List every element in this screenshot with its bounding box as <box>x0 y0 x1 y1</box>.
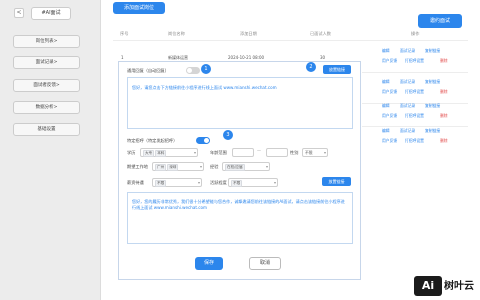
salary-select[interactable]: 不限 ▾ <box>152 178 202 187</box>
gender-label: 性别 <box>290 150 299 155</box>
chevron-down-icon: ▾ <box>199 164 202 169</box>
education-tag: 本科 <box>155 150 167 157</box>
user-feedback-link[interactable]: 用户反馈 <box>382 89 397 95</box>
row-index: 1 <box>121 55 124 60</box>
experience-label: 经验 <box>210 164 219 169</box>
column-header-date: 添加日期 <box>240 31 257 36</box>
cancel-button[interactable]: 取消 <box>249 257 281 270</box>
education-select[interactable]: 大专 本科 ▾ <box>140 148 198 157</box>
edit-link[interactable]: 编辑 <box>382 103 390 109</box>
activity-select[interactable]: 不限 ▾ <box>228 178 278 187</box>
salary-value: 不限 <box>155 180 167 187</box>
gender-select[interactable]: 不限 ▾ <box>302 148 328 157</box>
divider <box>113 40 468 41</box>
divider <box>362 72 468 73</box>
location-select[interactable]: 广州 深圳 ▾ <box>152 162 204 171</box>
chevron-down-icon: ▾ <box>197 180 200 185</box>
copy-link[interactable]: 复制链接 <box>425 79 440 85</box>
interview-records-link[interactable]: 面试记录 <box>400 128 415 134</box>
step-badge-1: 1 <box>201 64 211 74</box>
age-from-input[interactable] <box>232 148 254 157</box>
insert-link-button[interactable]: 放置链接 <box>322 177 351 186</box>
column-header-name: 岗位名称 <box>168 31 185 36</box>
watermark-logo: Ai <box>414 276 442 296</box>
user-feedback-link[interactable]: 用户反馈 <box>382 138 397 144</box>
experience-tag: 在校/应届 <box>225 164 245 171</box>
education-tag: 大专 <box>143 150 155 157</box>
sidebar: < #AI面试 岗位列表> 面试记录> 面试者反馈> 数据分析> 基础设置 <box>0 0 101 300</box>
specific-reply-label: 特定招呼（特定发起招呼） <box>127 138 178 143</box>
copy-link[interactable]: 复制链接 <box>425 103 440 109</box>
sidebar-item-data-analysis[interactable]: 数据分析> <box>13 101 80 114</box>
chevron-down-icon: ▾ <box>193 150 196 155</box>
greeting-settings-link[interactable]: 打招呼设置 <box>405 58 424 64</box>
range-separator: — <box>257 148 261 153</box>
sidebar-item-feedback[interactable]: 面试者反馈> <box>13 79 80 92</box>
activity-value: 不限 <box>231 180 243 187</box>
greeting-settings-link[interactable]: 打招呼设置 <box>405 89 424 95</box>
delete-link[interactable]: 删除 <box>440 58 448 64</box>
column-header-actions: 操作 <box>411 31 420 36</box>
general-reply-message: 您好，请您点击下方链接前往小程序进行线上面试 www.mianshi.wecha… <box>132 85 277 90</box>
table-row-actions: 编辑 面试记录 复制链接 用户反馈 打招呼设置 删除 <box>382 128 464 150</box>
delete-link[interactable]: 删除 <box>440 89 448 95</box>
user-feedback-link[interactable]: 用户反馈 <box>382 113 397 119</box>
location-label: 期望工作地 <box>127 164 148 169</box>
chevron-down-icon: ▾ <box>265 164 268 169</box>
education-label: 学历 <box>127 150 136 155</box>
sidebar-item-job-list[interactable]: 岗位列表> <box>13 35 80 48</box>
row-date: 2024-10-21 08:00 <box>228 55 265 60</box>
back-button[interactable]: < <box>14 8 24 18</box>
insert-link-button[interactable]: 放置链接 <box>323 65 351 74</box>
edit-link[interactable]: 编辑 <box>382 48 390 54</box>
step-badge-2: 2 <box>306 62 316 72</box>
divider <box>362 126 468 127</box>
copy-link[interactable]: 复制链接 <box>425 48 440 54</box>
copy-link[interactable]: 复制链接 <box>425 128 440 134</box>
sidebar-item-basic-settings[interactable]: 基础设置 <box>13 123 80 136</box>
experience-select[interactable]: 在校/应届 ▾ <box>222 162 270 171</box>
age-to-input[interactable] <box>266 148 288 157</box>
edit-link[interactable]: 编辑 <box>382 79 390 85</box>
table-row-actions: 编辑 面试记录 复制链接 用户反馈 打招呼设置 删除 <box>382 103 464 125</box>
interview-records-link[interactable]: 面试记录 <box>400 103 415 109</box>
location-tag: 广州 <box>155 164 167 171</box>
delete-link[interactable]: 删除 <box>440 138 448 144</box>
invite-interview-button[interactable]: 邀约面试 <box>418 14 462 28</box>
gender-value: 不限 <box>305 150 313 155</box>
table-row-actions: 编辑 面试记录 复制链接 用户反馈 打招呼设置 删除 <box>382 79 464 101</box>
delete-link[interactable]: 删除 <box>440 113 448 119</box>
location-tag: 深圳 <box>167 164 179 171</box>
interview-records-link[interactable]: 面试记录 <box>400 48 415 54</box>
column-header-count: 已面试人数 <box>310 31 331 36</box>
specific-reply-message: 您好，您的履历非常优秀，我们很十分希望能与您合作，诚挚邀请您前往该链接的AI面试… <box>132 199 345 211</box>
chevron-down-icon: ▾ <box>323 150 326 155</box>
general-reply-label: 通用回复（自动回复） <box>127 68 169 73</box>
interview-records-link[interactable]: 面试记录 <box>400 79 415 85</box>
general-reply-message-box[interactable]: 您好，请您点击下方链接前往小程序进行线上面试 www.mianshi.wecha… <box>127 77 353 129</box>
step-badge-3: 3 <box>223 130 233 140</box>
chevron-down-icon: ▾ <box>273 180 276 185</box>
greeting-settings-link[interactable]: 打招呼设置 <box>405 138 424 144</box>
watermark-text: 树叶云 <box>444 281 474 292</box>
edit-link[interactable]: 编辑 <box>382 128 390 134</box>
age-range-label: 年龄范围 <box>210 150 227 155</box>
save-button[interactable]: 保存 <box>195 257 223 270</box>
specific-reply-toggle[interactable] <box>196 137 210 144</box>
user-feedback-link[interactable]: 用户反馈 <box>382 58 397 64</box>
sidebar-item-interview-records[interactable]: 面试记录> <box>13 56 80 69</box>
sidebar-title: #AI面试 <box>31 7 71 20</box>
activity-label: 活跃程度 <box>210 180 227 185</box>
column-header-index: 序号 <box>120 31 129 36</box>
general-reply-toggle[interactable] <box>186 67 200 74</box>
row-count: 30 <box>320 55 326 60</box>
specific-reply-message-box[interactable]: 您好，您的履历非常优秀，我们很十分希望能与您合作，诚挚邀请您前往该链接的AI面试… <box>127 192 353 244</box>
greeting-settings-link[interactable]: 打招呼设置 <box>405 113 424 119</box>
add-interview-position-button[interactable]: 添加面试岗位 <box>113 2 165 14</box>
table-row-actions: 编辑 面试记录 复制链接 用户反馈 打招呼设置 删除 <box>382 48 464 70</box>
salary-label: 薪资待遇 <box>127 180 144 185</box>
